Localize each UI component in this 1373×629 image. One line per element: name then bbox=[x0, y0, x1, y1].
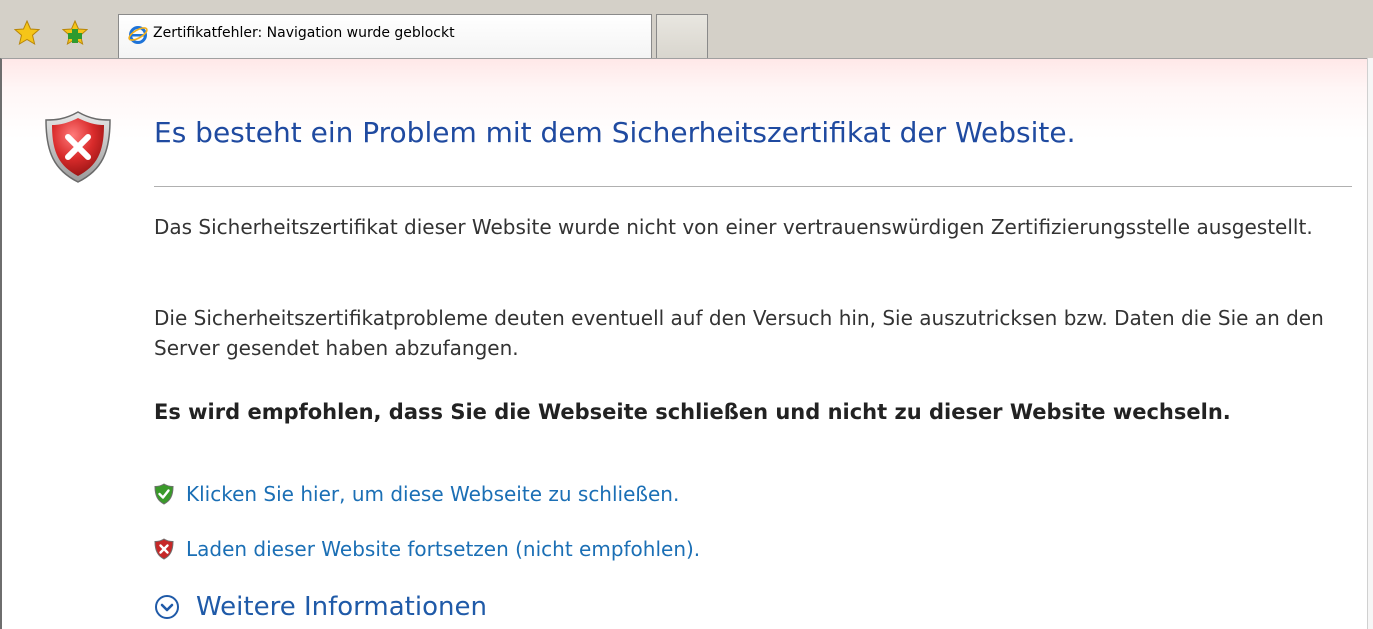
divider bbox=[154, 186, 1352, 187]
green-shield-check-icon bbox=[154, 483, 174, 505]
red-shield-x-icon bbox=[154, 538, 174, 560]
certificate-warning-text: Die Sicherheitszertifikatprobleme deuten… bbox=[154, 306, 1324, 360]
more-information-label[interactable]: Weitere Informationen bbox=[196, 592, 487, 622]
error-shield-icon bbox=[45, 111, 111, 183]
close-webpage-action[interactable]: Klicken Sie hier, um diese Webseite zu s… bbox=[154, 482, 679, 506]
more-information-toggle[interactable]: Weitere Informationen bbox=[154, 592, 487, 622]
chevron-down-circle-icon bbox=[155, 595, 179, 619]
continue-website-link[interactable]: Laden dieser Website fortsetzen (nicht e… bbox=[186, 537, 700, 561]
new-tab-button[interactable] bbox=[656, 14, 708, 58]
close-webpage-link[interactable]: Klicken Sie hier, um diese Webseite zu s… bbox=[186, 482, 679, 506]
page-title: Es besteht ein Problem mit dem Sicherhei… bbox=[154, 116, 1076, 149]
certificate-untrusted-text: Das Sicherheitszertifikat dieser Website… bbox=[154, 215, 1313, 239]
tab-certificate-error[interactable]: Zertifikatfehler: Navigation wurde geblo… bbox=[118, 14, 652, 58]
continue-website-action[interactable]: Laden dieser Website fortsetzen (nicht e… bbox=[154, 537, 700, 561]
scrollbar-edge bbox=[1367, 58, 1373, 629]
tab-title: Zertifikatfehler: Navigation wurde geblo… bbox=[153, 25, 455, 41]
tab-bar: Zertifikatfehler: Navigation wurde geblo… bbox=[0, 0, 1373, 60]
ie-logo-icon bbox=[128, 26, 148, 44]
recommendation-text: Es wird empfohlen, dass Sie die Webseite… bbox=[154, 400, 1231, 424]
add-to-favorites-icon[interactable] bbox=[62, 20, 88, 46]
favorites-star-icon[interactable] bbox=[14, 20, 40, 46]
